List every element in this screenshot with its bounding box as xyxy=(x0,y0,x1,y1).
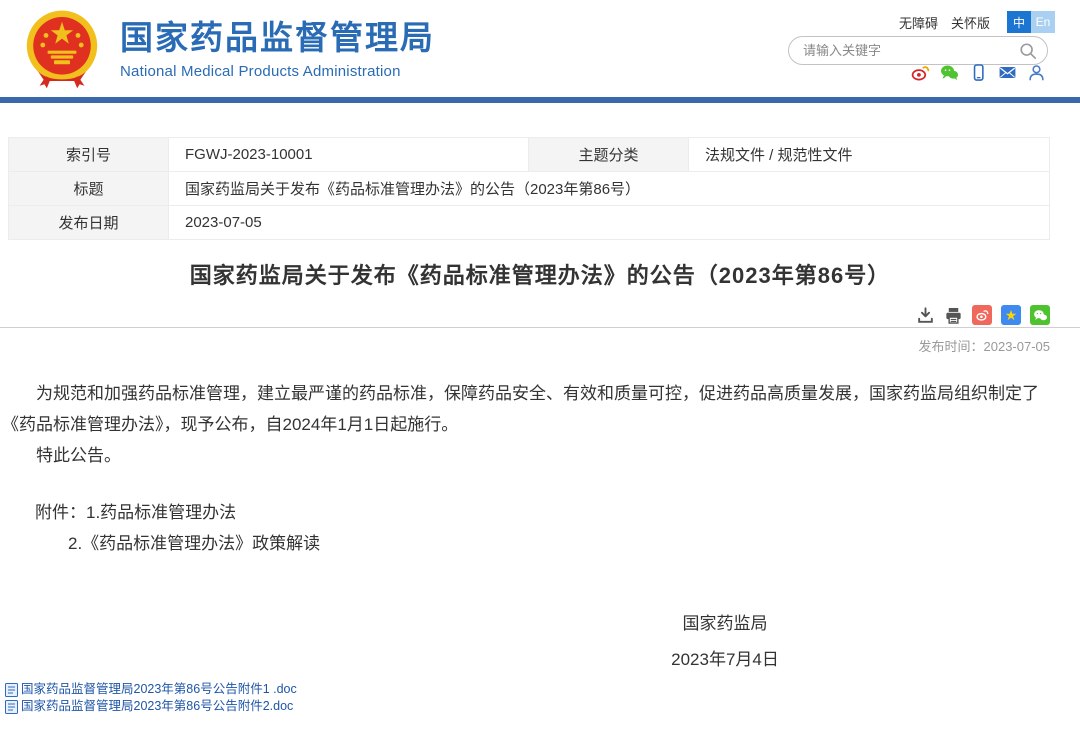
share-star-icon[interactable]: ★ xyxy=(1001,305,1021,325)
index-number-value: FGWJ-2023-10001 xyxy=(169,138,529,172)
page-title: 国家药监局关于发布《药品标准管理办法》的公告（2023年第86号） xyxy=(0,258,1080,290)
share-weibo-icon[interactable] xyxy=(972,305,992,325)
social-links xyxy=(911,63,1046,82)
search-box xyxy=(788,36,1048,65)
document-info-table: 索引号 FGWJ-2023-10001 主题分类 法规文件 / 规范性文件 标题… xyxy=(8,137,1050,240)
article-body: 为规范和加强药品标准管理，建立最严谨的药品标准，保障药品安全、有效和质量可控，促… xyxy=(2,378,1050,559)
file-link-text: 国家药品监督管理局2023年第86号公告附件2.doc xyxy=(21,698,293,715)
share-wechat-icon[interactable] xyxy=(1030,305,1050,325)
attachment-file-links: 国家药品监督管理局2023年第86号公告附件1 .doc 国家药品监督管理局20… xyxy=(5,681,297,715)
topic-category-label: 主题分类 xyxy=(529,138,689,172)
national-emblem-icon xyxy=(22,9,102,89)
attachment-item: 1.药品标准管理办法 xyxy=(86,503,236,522)
site-title-en: National Medical Products Administration xyxy=(120,63,435,80)
site-logo[interactable] xyxy=(22,9,102,89)
word-doc-icon xyxy=(5,700,18,714)
article-paragraph: 为规范和加强药品标准管理，建立最严谨的药品标准，保障药品安全、有效和质量可控，促… xyxy=(2,378,1050,440)
file-link-1[interactable]: 国家药品监督管理局2023年第86号公告附件1 .doc xyxy=(5,681,297,698)
lang-en-button[interactable]: En xyxy=(1031,11,1055,33)
signature-date: 2023年7月4日 xyxy=(540,642,910,678)
table-row: 发布日期 2023-07-05 xyxy=(9,206,1050,240)
topic-category-value: 法规文件 / 规范性文件 xyxy=(689,138,1050,172)
attachments-block: 附件：1.药品标准管理办法 2.《药品标准管理办法》政策解读 xyxy=(2,497,1050,559)
mail-icon[interactable] xyxy=(998,63,1017,82)
article-paragraph: 特此公告。 xyxy=(2,440,1050,471)
attachment-item: 2.《药品标准管理办法》政策解读 xyxy=(68,528,1050,559)
download-icon[interactable] xyxy=(916,306,935,325)
care-version-link[interactable]: 关怀版 xyxy=(951,13,990,32)
weibo-icon[interactable] xyxy=(911,63,930,82)
language-toggle: 中 En xyxy=(1007,11,1055,33)
table-row: 标题 国家药监局关于发布《药品标准管理办法》的公告（2023年第86号） xyxy=(9,172,1050,206)
top-utility-links: 无障碍 关怀版 中 En xyxy=(899,11,1055,33)
file-link-text: 国家药品监督管理局2023年第86号公告附件1 .doc xyxy=(21,681,297,698)
index-number-label: 索引号 xyxy=(9,138,169,172)
publish-date-label: 发布日期 xyxy=(9,206,169,240)
printer-icon[interactable] xyxy=(944,306,963,325)
signature-org: 国家药监局 xyxy=(540,606,910,642)
lang-zh-button[interactable]: 中 xyxy=(1007,11,1031,33)
search-input[interactable] xyxy=(803,43,1019,58)
wechat-icon[interactable] xyxy=(940,63,959,82)
site-title-cn[interactable]: 国家药品监督管理局 xyxy=(120,20,435,56)
publish-time: 发布时间：2023-07-05 xyxy=(919,336,1051,355)
header-divider-bar xyxy=(0,97,1080,103)
mobile-icon[interactable] xyxy=(969,63,988,82)
attachments-label: 附件： xyxy=(35,503,86,522)
attachment-line: 附件：1.药品标准管理办法 xyxy=(35,497,1050,528)
table-row: 索引号 FGWJ-2023-10001 主题分类 法规文件 / 规范性文件 xyxy=(9,138,1050,172)
publish-date-value: 2023-07-05 xyxy=(169,206,1050,240)
title-label: 标题 xyxy=(9,172,169,206)
search-icon[interactable] xyxy=(1019,42,1037,60)
accessibility-link[interactable]: 无障碍 xyxy=(899,13,938,32)
word-doc-icon xyxy=(5,683,18,697)
page: 国家药品监督管理局 National Medical Products Admi… xyxy=(0,0,1080,733)
site-title-block: 国家药品监督管理局 National Medical Products Admi… xyxy=(120,20,435,80)
file-link-2[interactable]: 国家药品监督管理局2023年第86号公告附件2.doc xyxy=(5,698,297,715)
signature-block: 国家药监局 2023年7月4日 xyxy=(540,606,910,678)
title-value: 国家药监局关于发布《药品标准管理办法》的公告（2023年第86号） xyxy=(169,172,1050,206)
article-toolbar: ★ xyxy=(916,305,1050,325)
user-icon[interactable] xyxy=(1027,63,1046,82)
title-divider xyxy=(0,327,1080,328)
site-header: 国家药品监督管理局 National Medical Products Admi… xyxy=(0,0,1080,97)
